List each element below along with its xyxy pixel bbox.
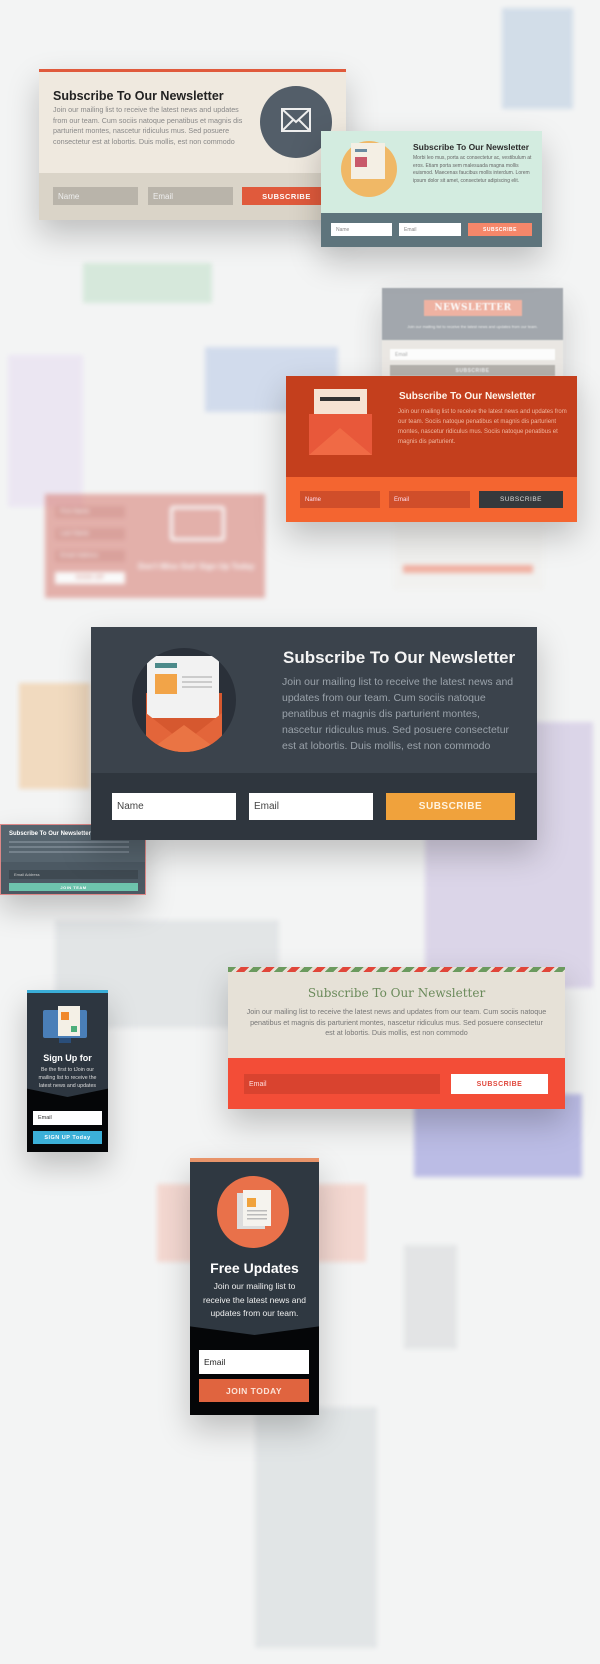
- beige-newsletter-card: Subscribe To Our Newsletter Join our mai…: [39, 69, 346, 220]
- mint-newsletter-card: Subscribe To Our Newsletter Morbi leo mu…: [321, 131, 542, 247]
- join-today-button[interactable]: JOIN TODAY: [199, 1379, 309, 1402]
- airmail-newsletter-card: Subscribe To Our Newsletter Join our mai…: [228, 967, 565, 1109]
- beige-email-input[interactable]: Email: [148, 187, 233, 205]
- newspaper-icon: [217, 1176, 289, 1248]
- dont-miss-title: Don't Miss Out! Sign Up Today: [138, 562, 255, 571]
- open-envelope-icon: [309, 389, 372, 455]
- mint-subscribe-button[interactable]: SUBSCRIBE: [468, 223, 532, 236]
- free-updates-email-input[interactable]: Email: [199, 1350, 309, 1374]
- sign-up-body: Be the first to tJoin our mailing list t…: [38, 1067, 97, 1089]
- airmail-email-input[interactable]: Email: [244, 1074, 440, 1094]
- orange-body: Join our mailing list to receive the lat…: [398, 409, 567, 445]
- ribbon-body: Join our mailing list to receive the lat…: [407, 324, 538, 329]
- email-address-input[interactable]: Email Address: [55, 550, 125, 562]
- faded-card-blue-top: [502, 8, 573, 109]
- faded-card-orange: [19, 683, 90, 789]
- free-updates-body: Join our mailing list to receive the lat…: [202, 1281, 306, 1318]
- dark-newsletter-card: Subscribe To Our Newsletter Join our mai…: [91, 627, 537, 840]
- small-dark-title: Subscribe To Our Newsletter: [9, 831, 91, 837]
- faded-card-green: [83, 263, 212, 303]
- orange-name-input[interactable]: Name: [300, 491, 380, 508]
- airmail-title: Subscribe To Our Newsletter: [307, 986, 486, 1000]
- newsletter-envelope-icon: [132, 648, 236, 752]
- airmail-stripes: [228, 967, 565, 972]
- dark-title: Subscribe To Our Newsletter: [283, 648, 516, 667]
- orange-subscribe-button[interactable]: SUBSCRIBE: [479, 491, 563, 508]
- mint-email-input[interactable]: Email: [399, 223, 461, 236]
- beige-body: Join our mailing list to receive the lat…: [53, 105, 243, 147]
- sign-up-email-input[interactable]: Email: [33, 1111, 102, 1125]
- faded-card-ribbon-bottom: [393, 520, 544, 590]
- ribbon-newsletter-card: NEWSLETTER Join our mailing list to rece…: [382, 288, 563, 388]
- sign-up-button[interactable]: SIGN UP Today: [33, 1131, 102, 1144]
- airmail-subscribe-button[interactable]: SUBSCRIBE: [451, 1074, 548, 1094]
- sign-up-button[interactable]: SIGN UP: [55, 572, 125, 584]
- newspaper-envelope-icon: [341, 141, 397, 197]
- monitor-icon: [170, 506, 225, 541]
- sign-up-title: Sign Up for: [43, 1053, 92, 1063]
- dark-body: Join our mailing list to receive the lat…: [282, 676, 514, 752]
- dont-miss-card: First Name Last Name Email Address SIGN …: [45, 494, 265, 598]
- orange-newsletter-card: Subscribe To Our Newsletter Join our mai…: [286, 376, 577, 522]
- last-name-input[interactable]: Last Name: [55, 528, 125, 540]
- free-updates-title: Free Updates: [210, 1260, 299, 1276]
- newsletter-ribbon: NEWSLETTER: [424, 300, 522, 316]
- faded-card-bottom: [255, 1407, 377, 1648]
- beige-name-input[interactable]: Name: [53, 187, 138, 205]
- orange-title: Subscribe To Our Newsletter: [399, 391, 536, 402]
- dark-subscribe-button[interactable]: SUBSCRIBE: [386, 793, 515, 820]
- small-dark-email-input[interactable]: Email Address: [9, 870, 138, 879]
- orange-email-input[interactable]: Email: [389, 491, 470, 508]
- mint-body: Morbi leo mus, porta ac consectetur ac, …: [413, 155, 532, 185]
- beige-title: Subscribe To Our Newsletter: [53, 89, 224, 103]
- ribbon-subscribe-button[interactable]: SUBSCRIBE: [390, 365, 555, 376]
- dark-name-input[interactable]: Name: [112, 793, 236, 820]
- faded-card-small-gray: [404, 1245, 457, 1349]
- small-dark-join-button[interactable]: JOIN TEAM: [9, 883, 138, 891]
- dark-email-input[interactable]: Email: [249, 793, 373, 820]
- sign-up-card: Sign Up for Be the first to tJoin our ma…: [27, 990, 108, 1152]
- free-updates-card: Free Updates Join our mailing list to re…: [190, 1158, 319, 1415]
- ribbon-email-input[interactable]: Email: [390, 349, 555, 360]
- monitor-newspaper-icon: [43, 1006, 87, 1046]
- mint-name-input[interactable]: Name: [331, 223, 392, 236]
- airmail-body: Join our mailing list to receive the lat…: [246, 1007, 547, 1038]
- mint-title: Subscribe To Our Newsletter: [413, 142, 530, 152]
- beige-subscribe-button[interactable]: SUBSCRIBE: [242, 187, 331, 205]
- first-name-input[interactable]: First Name: [55, 506, 125, 518]
- faded-card-purple: [8, 355, 83, 507]
